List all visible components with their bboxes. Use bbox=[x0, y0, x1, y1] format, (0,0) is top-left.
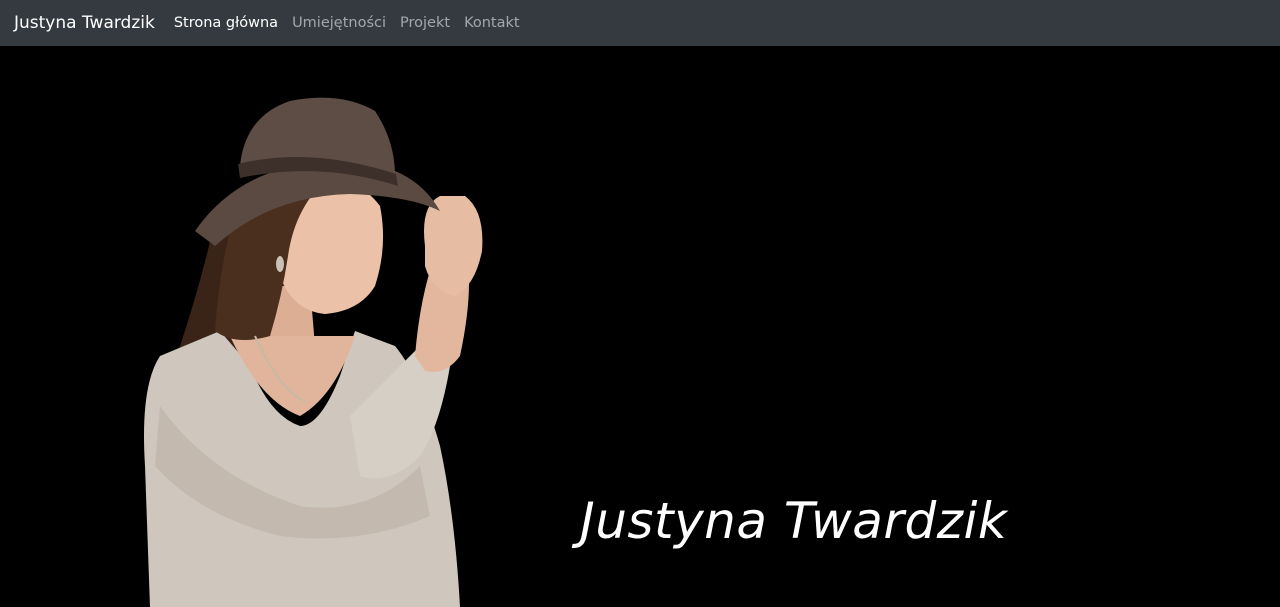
portrait-photo bbox=[144, 97, 483, 607]
nav-links: Strona główna Umiejętności Projekt Konta… bbox=[174, 15, 520, 31]
hero-section: Justyna Twardzik bbox=[0, 46, 1280, 607]
nav-link-strona-glowna[interactable]: Strona główna bbox=[174, 15, 278, 31]
nav-link-projekt[interactable]: Projekt bbox=[400, 15, 450, 31]
navbar: Justyna Twardzik Strona główna Umiejętno… bbox=[0, 0, 1280, 46]
brand-link[interactable]: Justyna Twardzik bbox=[14, 13, 155, 33]
hero-title: Justyna Twardzik bbox=[580, 492, 1008, 550]
nav-link-umiejetnosci[interactable]: Umiejętności bbox=[292, 15, 386, 31]
nav-link-kontakt[interactable]: Kontakt bbox=[464, 15, 520, 31]
